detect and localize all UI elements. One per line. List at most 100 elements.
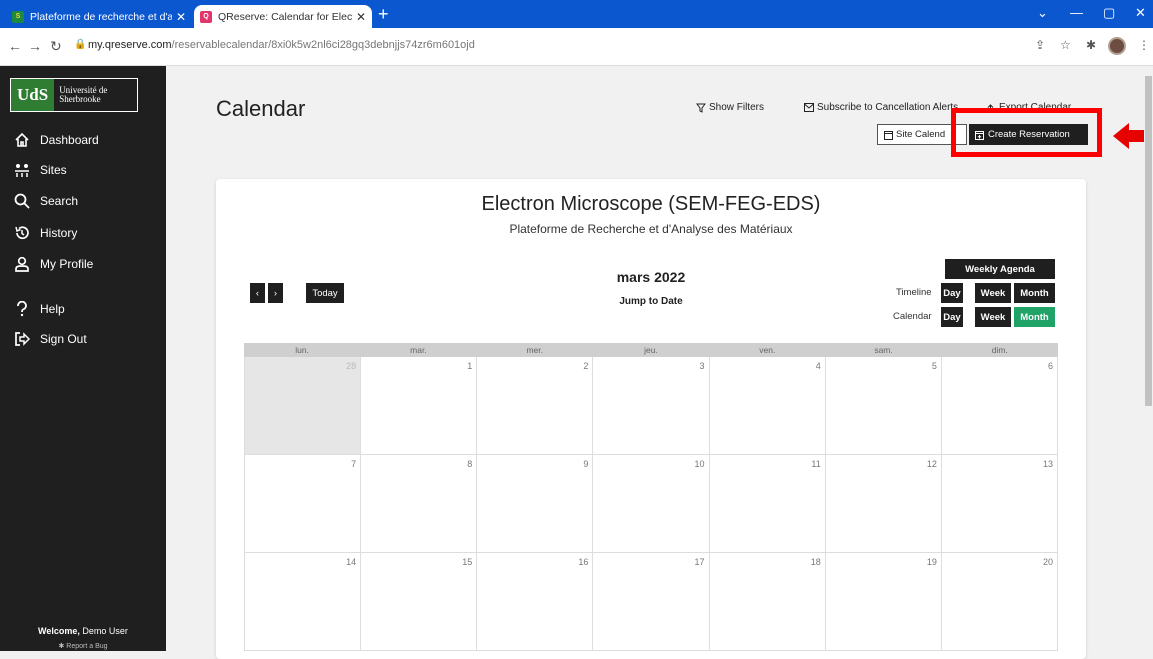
- close-window-icon[interactable]: ✕: [1135, 5, 1146, 21]
- day-cell[interactable]: 15: [361, 553, 478, 651]
- day-cell[interactable]: 10: [593, 455, 710, 553]
- browser-tab-2[interactable]: Q QReserve: Calendar for Electron ✕: [194, 5, 372, 28]
- profile-avatar[interactable]: [1108, 37, 1126, 55]
- site-calendar-label: Site Calend: [896, 129, 946, 140]
- logo-mark: UdS: [11, 79, 55, 111]
- maximize-icon[interactable]: ▢: [1103, 5, 1115, 21]
- highlight-box: [951, 108, 1102, 157]
- forward-icon[interactable]: →: [28, 38, 42, 54]
- url-host: my.qreserve.com: [88, 39, 172, 51]
- sidebar: UdS Université de Sherbrooke Dashboard Si…: [0, 66, 166, 651]
- welcome-text: Welcome, Demo User: [0, 626, 166, 636]
- timeline-day-button[interactable]: Day: [941, 283, 963, 303]
- weekday-label: mar.: [410, 345, 427, 355]
- day-cell[interactable]: 18: [709, 553, 826, 651]
- day-cell[interactable]: 13: [941, 455, 1058, 553]
- day-cell[interactable]: 11: [709, 455, 826, 553]
- day-cell[interactable]: 19: [825, 553, 942, 651]
- scrollbar-thumb[interactable]: [1145, 76, 1152, 406]
- sidebar-item-dashboard[interactable]: Dashboard: [14, 132, 99, 148]
- sidebar-item-help[interactable]: Help: [14, 301, 65, 317]
- day-cell[interactable]: 9: [477, 455, 594, 553]
- history-icon: [15, 226, 29, 240]
- day-cell[interactable]: 20: [941, 553, 1058, 651]
- sidebar-item-label: Sites: [40, 163, 67, 177]
- resource-subtitle: Plateforme de Recherche et d'Analyse des…: [509, 222, 793, 236]
- sidebar-item-search[interactable]: Search: [14, 193, 78, 209]
- day-cell[interactable]: 5: [825, 357, 942, 455]
- sidebar-item-my-profile[interactable]: My Profile: [14, 256, 93, 272]
- report-bug-label: Report a Bug: [66, 643, 108, 650]
- timeline-week-button[interactable]: Week: [975, 283, 1011, 303]
- day-cell[interactable]: 17: [593, 553, 710, 651]
- report-bug-link[interactable]: ✱ Report a Bug: [0, 642, 166, 650]
- uds-favicon-icon: S: [12, 10, 24, 23]
- chevron-down-icon[interactable]: ⌄: [1037, 5, 1048, 21]
- calendar-week-button[interactable]: Week: [975, 307, 1011, 327]
- close-tab-icon[interactable]: ✕: [356, 10, 366, 24]
- extensions-icon[interactable]: ✱: [1086, 38, 1096, 52]
- address-bar: ← → ↻ 🔒 my.qreserve.com/reservablecalend…: [0, 28, 1153, 66]
- new-tab-icon[interactable]: +: [378, 4, 389, 25]
- logo-name-line-2: Sherbrooke: [59, 94, 101, 104]
- day-cell[interactable]: 8: [361, 455, 478, 553]
- reload-icon[interactable]: ↻: [50, 38, 62, 55]
- day-cell[interactable]: 14: [244, 553, 362, 651]
- day-cell[interactable]: 4: [709, 357, 826, 455]
- resource-title: Electron Microscope (SEM-FEG-EDS): [481, 193, 821, 215]
- weekday-label: dim.: [991, 345, 1008, 355]
- bug-icon: ✱: [58, 643, 65, 650]
- weekday-header: lun. mar. mer. jeu. ven. sam. dim.: [244, 343, 1058, 357]
- day-cell[interactable]: 16: [477, 553, 594, 651]
- sidebar-item-label: Search: [40, 194, 79, 208]
- url-field[interactable]: my.qreserve.com/reservablecalendar/8xi0k…: [88, 39, 475, 51]
- back-icon[interactable]: ←: [8, 38, 22, 54]
- share-icon[interactable]: ⇪: [1035, 38, 1045, 52]
- uds-logo[interactable]: UdS Université de Sherbrooke: [10, 78, 138, 112]
- sidebar-item-sign-out[interactable]: Sign Out: [14, 331, 87, 347]
- page-title: Calendar: [216, 96, 306, 121]
- weekday-label: mer.: [526, 345, 543, 355]
- day-cell[interactable]: 1: [361, 357, 478, 455]
- day-cell[interactable]: 2: [477, 357, 594, 455]
- show-filters-link[interactable]: Show Filters: [696, 102, 764, 113]
- user-icon: [15, 256, 29, 272]
- calendar-view-label: Calendar: [893, 311, 932, 322]
- page-scrollbar[interactable]: [1144, 66, 1153, 651]
- day-cell[interactable]: 12: [825, 455, 942, 553]
- weekday-label: ven.: [759, 345, 776, 355]
- week-row: 7 8 9 10 11 12 13: [244, 455, 1058, 553]
- help-icon: [17, 301, 27, 317]
- weekday-label: jeu.: [644, 345, 658, 355]
- browser-tab-1[interactable]: S Plateforme de recherche et d'ana ✕: [6, 5, 192, 28]
- menu-dots-icon[interactable]: ⋮: [1138, 38, 1150, 52]
- tab-title: Plateforme de recherche et d'ana: [30, 10, 172, 23]
- search-icon: [14, 193, 30, 209]
- minimize-icon[interactable]: —: [1070, 5, 1083, 20]
- envelope-icon: [804, 103, 814, 112]
- weekly-agenda-button[interactable]: Weekly Agenda: [945, 259, 1055, 279]
- close-tab-icon[interactable]: ✕: [176, 10, 186, 24]
- calendar-month-button[interactable]: Month: [1014, 307, 1055, 327]
- week-row: 28 1 2 3 4 5 6: [244, 357, 1058, 455]
- day-cell[interactable]: 6: [941, 357, 1058, 455]
- browser-tab-bar: S Plateforme de recherche et d'ana ✕ Q Q…: [0, 0, 1153, 28]
- week-row: 14 15 16 17 18 19 20: [244, 553, 1058, 651]
- sidebar-item-label: My Profile: [40, 257, 94, 271]
- sidebar-item-label: Dashboard: [40, 133, 99, 147]
- show-filters-label: Show Filters: [709, 102, 765, 113]
- timeline-month-button[interactable]: Month: [1014, 283, 1055, 303]
- home-icon: [15, 132, 29, 147]
- welcome-prefix: Welcome,: [38, 626, 80, 636]
- calendar-icon: [884, 130, 893, 140]
- subscribe-alerts-link[interactable]: Subscribe to Cancellation Alerts: [804, 102, 958, 113]
- lock-icon: 🔒: [74, 39, 87, 50]
- sidebar-item-history[interactable]: History: [14, 225, 77, 241]
- tab-title: QReserve: Calendar for Electron: [218, 10, 352, 23]
- calendar-day-button[interactable]: Day: [941, 307, 963, 327]
- bookmark-star-icon[interactable]: ☆: [1060, 38, 1071, 52]
- sidebar-item-sites[interactable]: Sites: [14, 162, 67, 178]
- day-cell[interactable]: 7: [244, 455, 362, 553]
- day-cell[interactable]: 28: [244, 357, 362, 455]
- day-cell[interactable]: 3: [593, 357, 710, 455]
